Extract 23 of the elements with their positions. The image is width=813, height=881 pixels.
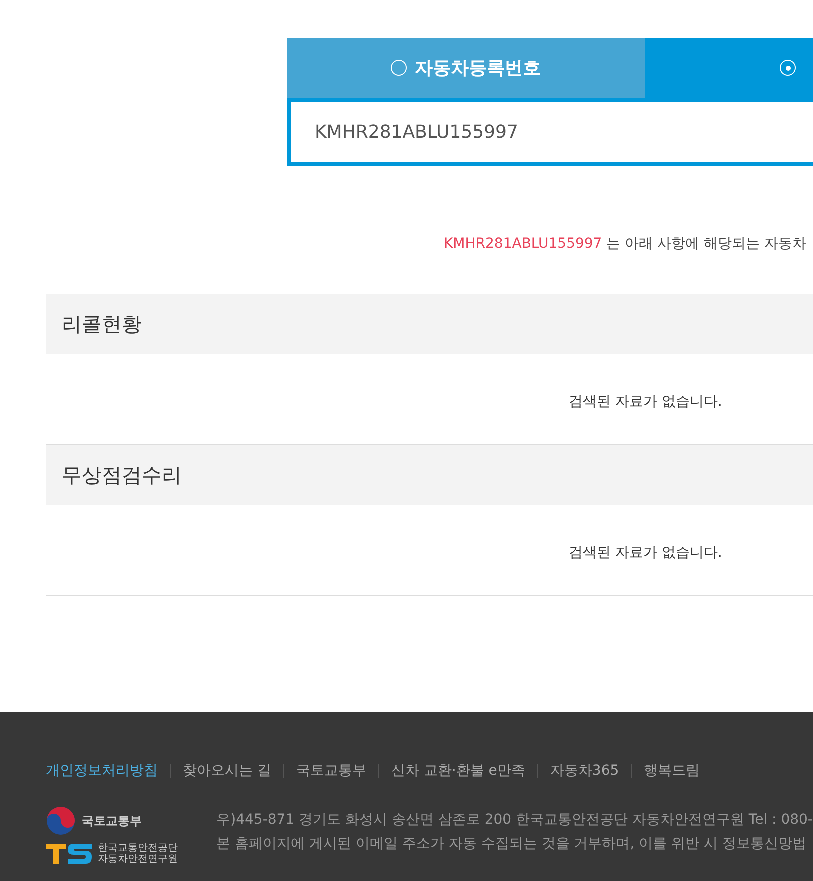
footer-link[interactable]: 행복드림 — [631, 764, 712, 778]
ministry-logo-text: 국토교통부 — [82, 812, 142, 830]
ts-logo-icon — [46, 842, 94, 866]
search-field[interactable]: KMHR281ABLU155997 — [287, 98, 813, 166]
footer-link[interactable]: 자동차365 — [537, 764, 632, 778]
footer-link[interactable]: 국토교통부 — [283, 764, 378, 778]
empty-message: 검색된 자료가 없습니다. — [568, 393, 724, 412]
logo-text: 한국교통안전공단 — [98, 843, 178, 854]
footer-text: 본 홈페이지에 게시된 이메일 주소가 자동 수집되는 것을 거부하며, 이를 위반 시 정보통신망법 — [216, 835, 808, 854]
emblem-icon — [46, 806, 76, 836]
search-tab[interactable] — [645, 38, 813, 98]
empty-message: 검색된 자료가 없습니다. — [568, 544, 724, 563]
footer-link[interactable]: 찾아오시는 길 — [170, 764, 284, 778]
logo-text: 자동차안전연구원 — [98, 854, 178, 865]
section-header: 리콜현황 — [46, 294, 813, 354]
radio-icon — [391, 60, 407, 76]
footer-link[interactable]: 신차 교환·환불 e만족 — [378, 764, 538, 778]
radio-icon — [780, 60, 796, 76]
search-tab[interactable]: 자동차등록번호 — [287, 38, 645, 98]
result-notice: KMHR281ABLU155997 는 아래 사항에 해당되는 자동차 — [444, 235, 808, 254]
section-header: 무상점검수리 — [46, 445, 813, 505]
footer-link[interactable]: 개인정보처리방침 — [46, 764, 170, 778]
footer-text: 우)445-871 경기도 화성시 송산면 삼존로 200 한국교통안전공단 자동차안전연구원 Tel : 080- — [216, 811, 813, 830]
